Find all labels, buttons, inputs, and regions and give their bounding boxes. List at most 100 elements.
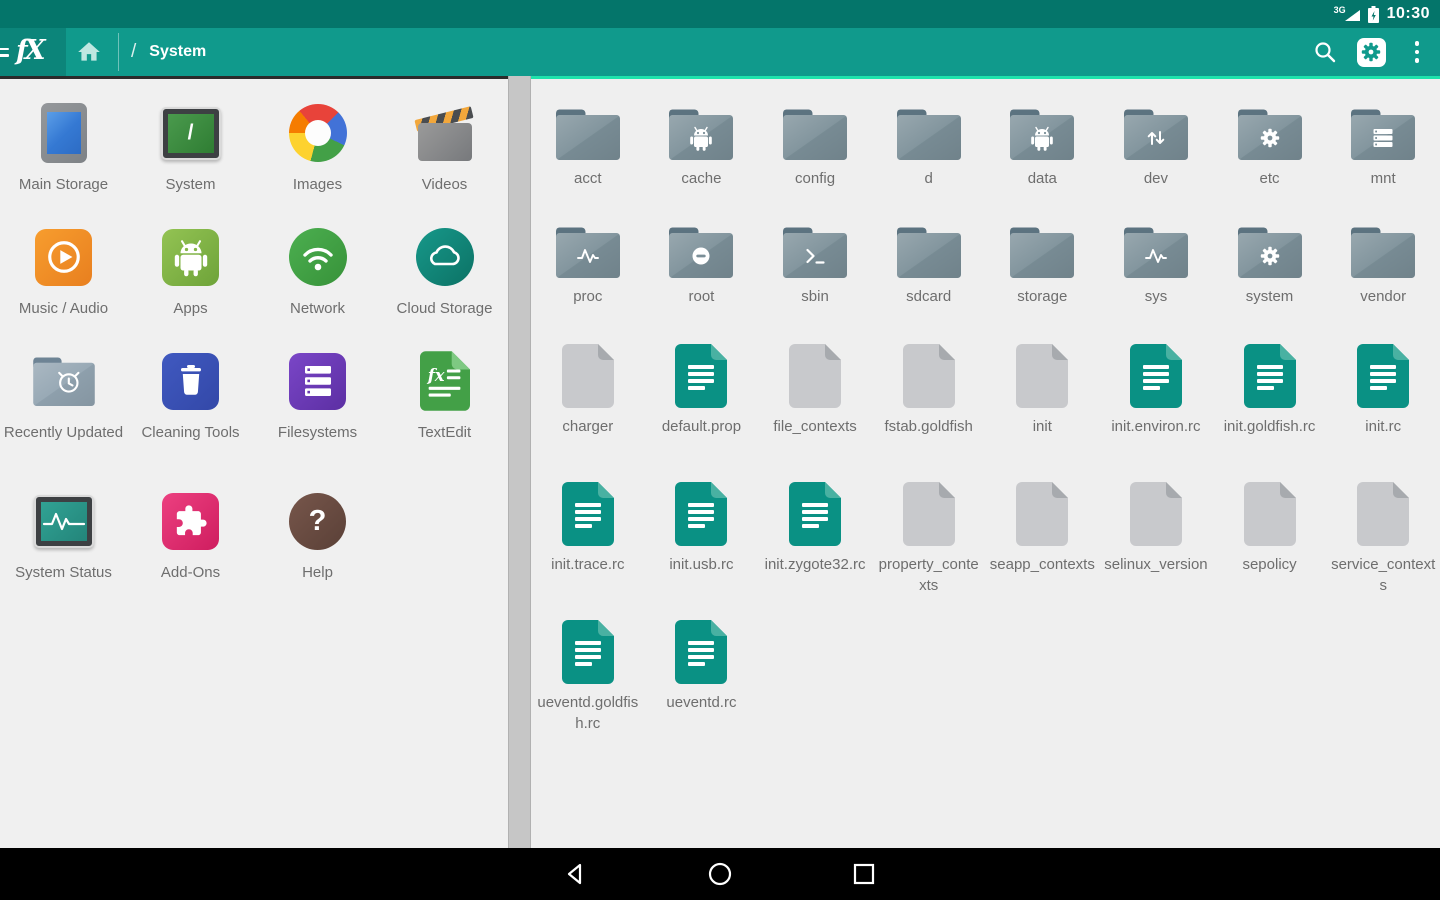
home-button[interactable] [66,28,112,76]
grid-item[interactable]: vendor [1326,226,1440,344]
grid-item[interactable]: data [986,108,1100,226]
grid-item[interactable]: root [645,226,759,344]
system-status-monitor-icon [34,488,94,554]
grid-item[interactable]: init [986,344,1100,482]
file-list-panel: acct [531,76,1440,848]
folder-icon [783,226,847,278]
overflow-menu-button[interactable] [1394,28,1440,76]
item-label: init [989,416,1095,437]
grid-item[interactable]: d [872,108,986,226]
app-logo-menu-button[interactable]: fX [0,28,66,76]
grid-item[interactable]: init.usb.rc [645,482,759,620]
sidebar-item-recently-updated[interactable]: Recently Updated [0,348,127,488]
item-label: root [648,286,754,307]
sidebar-item-apps[interactable]: Apps [127,224,254,348]
grid-item[interactable]: cache [645,108,759,226]
folder-icon [1124,108,1188,160]
item-label: service_contexts [1330,554,1436,596]
gear-icon [1360,41,1382,63]
folder-icon [556,226,620,278]
grid-item[interactable]: config [758,108,872,226]
puzzle-icon [162,488,219,554]
item-label: sepolicy [1217,554,1323,575]
item-label: init.trace.rc [535,554,641,575]
search-button[interactable] [1302,28,1348,76]
folder-icon [1010,226,1074,278]
grid-item[interactable]: charger [531,344,645,482]
sidebar-item-system-status[interactable]: System Status [0,488,127,612]
item-label: dev [1103,168,1209,189]
item-label: sys [1103,286,1209,307]
grid-item[interactable]: system [1213,226,1327,344]
file-icon [562,620,614,684]
grid-item[interactable]: fstab.goldfish [872,344,986,482]
grid-item[interactable]: sbin [758,226,872,344]
folder-icon [1238,108,1302,160]
folder-icon [1351,226,1415,278]
sidebar-item-textedit[interactable]: fx TextEdit [381,348,508,488]
grid-item[interactable]: init.goldfish.rc [1213,344,1327,482]
sidebar-item-cloud-storage[interactable]: Cloud Storage [381,224,508,348]
sidebar-item-help[interactable]: ? Help [254,488,381,612]
breadcrumb-current[interactable]: System [149,43,206,61]
folder-icon [556,108,620,160]
trash-icon [162,348,219,414]
grid-item[interactable]: ueventd.goldfish.rc [531,620,645,758]
grid-item[interactable]: property_contexts [872,482,986,620]
apps-android-icon [162,224,219,290]
grid-item[interactable]: file_contexts [758,344,872,482]
item-label: selinux_version [1103,554,1209,575]
grid-item[interactable]: sys [1099,226,1213,344]
recents-square-icon [851,861,877,887]
grid-item[interactable]: seapp_contexts [986,482,1100,620]
file-icon [675,344,727,408]
app-toolbar: fX / System [0,28,1440,76]
sidebar-item-main-storage[interactable]: Main Storage [0,100,127,224]
item-label: init.rc [1330,416,1436,437]
back-button[interactable] [552,850,600,898]
item-label: init.usb.rc [648,554,754,575]
item-label: config [762,168,868,189]
item-label: ueventd.rc [648,692,754,713]
item-label: default.prop [648,416,754,437]
grid-item[interactable]: init.zygote32.rc [758,482,872,620]
item-label: property_contexts [876,554,982,596]
folder-icon [669,108,733,160]
file-icon [1244,344,1296,408]
folder-icon [897,108,961,160]
sidebar-item-images[interactable]: Images [254,100,381,224]
cloud-icon [416,224,474,290]
grid-item[interactable]: etc [1213,108,1327,226]
file-icon [562,482,614,546]
grid-item[interactable]: mnt [1326,108,1440,226]
grid-item[interactable]: default.prop [645,344,759,482]
grid-item[interactable]: init.rc [1326,344,1440,482]
sidebar-item-filesystems[interactable]: Filesystems [254,348,381,488]
grid-item[interactable]: storage [986,226,1100,344]
sidebar-item-cleaning-tools[interactable]: Cleaning Tools [127,348,254,488]
item-label: init.zygote32.rc [762,554,868,575]
home-nav-button[interactable] [696,850,744,898]
tools-button[interactable] [1348,28,1394,76]
item-label: proc [535,286,641,307]
grid-item[interactable]: proc [531,226,645,344]
file-icon [1016,482,1068,546]
toolbar-divider [118,33,119,71]
grid-item[interactable]: acct [531,108,645,226]
sidebar-item-music-audio[interactable]: Music / Audio [0,224,127,348]
breadcrumb-root[interactable]: / [131,41,136,63]
grid-item[interactable]: sepolicy [1213,482,1327,620]
sidebar-item-network[interactable]: Network [254,224,381,348]
panel-divider[interactable] [508,76,531,848]
grid-item[interactable]: service_contexts [1326,482,1440,620]
recents-button[interactable] [840,850,888,898]
grid-item[interactable]: init.trace.rc [531,482,645,620]
sidebar-item-system[interactable]: / System [127,100,254,224]
grid-item[interactable]: selinux_version [1099,482,1213,620]
sidebar-item-add-ons[interactable]: Add-Ons [127,488,254,612]
grid-item[interactable]: dev [1099,108,1213,226]
grid-item[interactable]: ueventd.rc [645,620,759,758]
grid-item[interactable]: sdcard [872,226,986,344]
grid-item[interactable]: init.environ.rc [1099,344,1213,482]
sidebar-item-videos[interactable]: Videos [381,100,508,224]
